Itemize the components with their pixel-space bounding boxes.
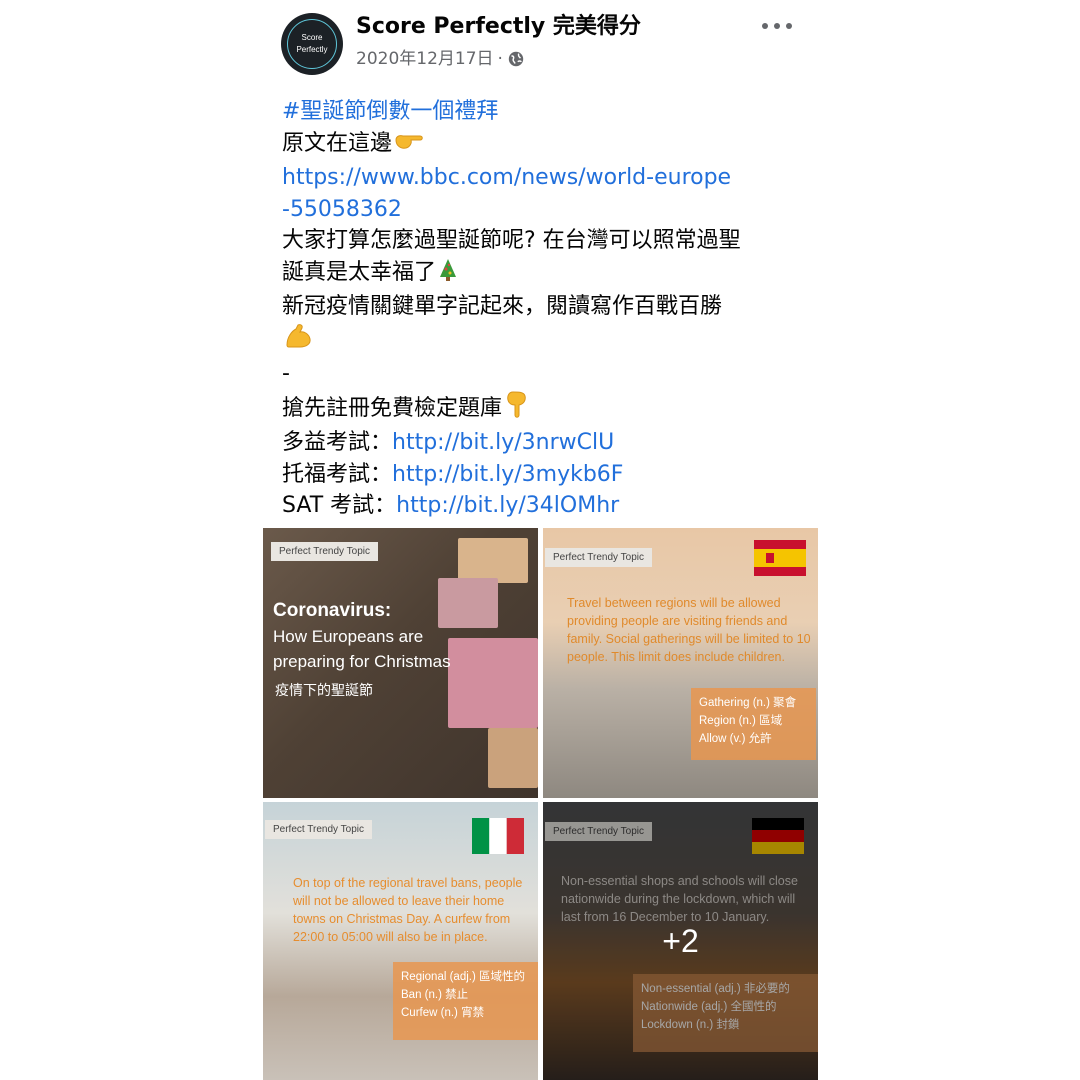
post-line-keywords: 新冠疫情關鍵單字記起來，閱讀寫作百戰百勝 — [282, 294, 723, 319]
image-tile-coronavirus[interactable]: Perfect Trendy Topic Coronavirus: How Eu… — [263, 528, 538, 798]
vocab-item: Ban (n.) 禁止 — [401, 989, 469, 1001]
dot-icon — [774, 23, 780, 29]
more-images-count: +2 — [662, 922, 699, 959]
source-link-line-1[interactable]: https://www.bbc.com/news/world-europe — [282, 162, 812, 194]
post-date[interactable]: 2020年12月17日 — [356, 46, 494, 72]
flexed-biceps-line — [282, 323, 812, 359]
page-name[interactable]: Score Perfectly 完美得分 — [356, 12, 641, 42]
dash-line: - — [282, 361, 290, 386]
tile-subtitle: How Europeans are preparing for Christma… — [273, 627, 451, 671]
vocab-item: Allow (v.) 允許 — [699, 733, 772, 745]
more-images-overlay[interactable]: +2 — [543, 802, 818, 1080]
dot-icon — [762, 23, 768, 29]
avatar-text-2: Perfectly — [296, 45, 328, 54]
image-tile-spain[interactable]: Perfect Trendy Topic Travel between regi… — [543, 528, 818, 798]
toeic-line: 多益考試：http://bit.ly/3nrwClU — [282, 427, 812, 459]
more-options-button[interactable] — [762, 16, 792, 36]
gift-icon — [488, 728, 538, 788]
italy-flag-icon — [472, 818, 524, 854]
toefl-label: 托福考試： — [282, 461, 393, 487]
vocab-item: Curfew (n.) 宵禁 — [401, 1007, 485, 1019]
toefl-line: 托福考試：http://bit.ly/3mykb6F — [282, 459, 812, 491]
sat-line: SAT 考試：http://bit.ly/34lOMhr — [282, 490, 812, 522]
image-tile-germany[interactable]: Perfect Trendy Topic Non-essential shops… — [543, 802, 818, 1080]
vocab-item: Gathering (n.) 聚會 — [699, 697, 797, 709]
post-meta: 2020年12月17日 · — [356, 46, 525, 72]
source-link-line-2[interactable]: -55058362 — [282, 194, 812, 226]
meta-separator: · — [497, 49, 503, 69]
gift-icon — [458, 538, 528, 583]
toeic-label: 多益考試： — [282, 430, 393, 455]
toeic-link[interactable]: http://bit.ly/3nrwClU — [392, 430, 614, 455]
avatar-text-1: Score — [301, 33, 323, 42]
tile-paragraph: Travel between regions will be allowed p… — [567, 596, 811, 664]
christmas-tree-icon — [438, 258, 458, 292]
vocab-box: Gathering (n.) 聚會 Region (n.) 區域 Allow (… — [691, 688, 816, 760]
hashtag-link[interactable]: #聖誕節倒數一個禮拜 — [282, 96, 812, 128]
sat-link[interactable]: http://bit.ly/34lOMhr — [396, 493, 619, 518]
gift-icon — [438, 578, 498, 628]
image-grid: Perfect Trendy Topic Coronavirus: How Eu… — [263, 528, 818, 1080]
topic-tag: Perfect Trendy Topic — [265, 820, 372, 839]
pointing-down-icon — [504, 390, 530, 428]
pointing-right-icon — [394, 131, 424, 163]
tile-title: Coronavirus: — [273, 600, 392, 621]
globe-icon[interactable] — [507, 50, 525, 68]
post-line-register: 搶先註冊免費檢定題庫 — [282, 390, 812, 428]
toefl-link[interactable]: http://bit.ly/3mykb6F — [392, 462, 623, 487]
vocab-item: Region (n.) 區域 — [699, 715, 783, 727]
tile-paragraph: On top of the regional travel bans, peop… — [293, 876, 523, 944]
post-line-plan-1: 大家打算怎麼過聖誕節呢? 在台灣可以照常過聖 — [282, 228, 741, 253]
post-line-source: 原文在這邊 — [282, 128, 812, 163]
vocab-box: Regional (adj.) 區域性的 Ban (n.) 禁止 Curfew … — [393, 962, 538, 1040]
image-tile-italy[interactable]: Perfect Trendy Topic On top of the regio… — [263, 802, 538, 1080]
flexed-biceps-icon — [284, 323, 314, 359]
dot-icon — [786, 23, 792, 29]
register-text: 搶先註冊免費檢定題庫 — [282, 395, 503, 421]
plan-text-2: 誕真是太幸福了 — [282, 259, 437, 285]
source-text: 原文在這邊 — [282, 130, 393, 156]
vocab-item: Regional (adj.) 區域性的 — [401, 971, 525, 983]
page-avatar[interactable]: Score Perfectly — [281, 13, 343, 75]
sat-label: SAT 考試： — [282, 493, 397, 518]
topic-tag: Perfect Trendy Topic — [545, 548, 652, 567]
tile-chinese-title: 疫情下的聖誕節 — [275, 683, 373, 699]
spain-flag-icon — [754, 540, 806, 576]
topic-tag: Perfect Trendy Topic — [271, 542, 378, 561]
post-line-plan-2: 誕真是太幸福了 — [282, 257, 812, 292]
post-text: #聖誕節倒數一個禮拜 原文在這邊 https://www.bbc.com/new… — [282, 96, 812, 522]
